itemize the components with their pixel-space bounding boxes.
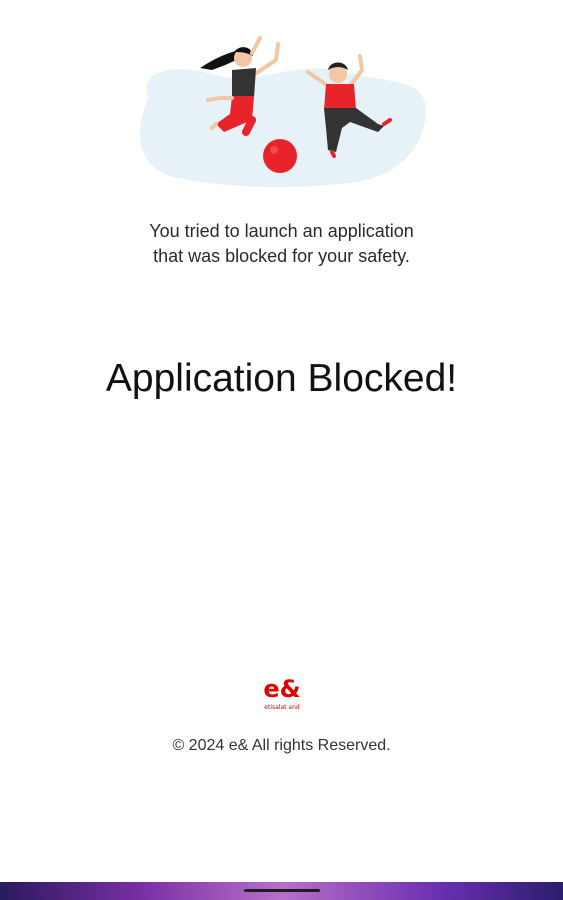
copyright-text: © 2024 e& All rights Reserved. (172, 737, 391, 754)
app-blocked-screen: You tried to launch an application that … (0, 0, 563, 900)
blocked-message-line-2: that was blocked for your safety. (153, 246, 410, 266)
blocked-message-line-1: You tried to launch an application (149, 221, 414, 241)
logo-caption: etisalat and (264, 704, 300, 711)
logo-mark: e& (263, 675, 300, 703)
etisalat-and-logo: e& etisalat and (263, 675, 300, 711)
page-title: Application Blocked! (105, 357, 458, 400)
system-navigation-bar (0, 882, 563, 900)
kids-playing-illustration (139, 36, 427, 188)
home-gesture-handle[interactable] (244, 889, 320, 892)
blocked-message: You tried to launch an application that … (0, 219, 563, 269)
ball (263, 139, 297, 173)
